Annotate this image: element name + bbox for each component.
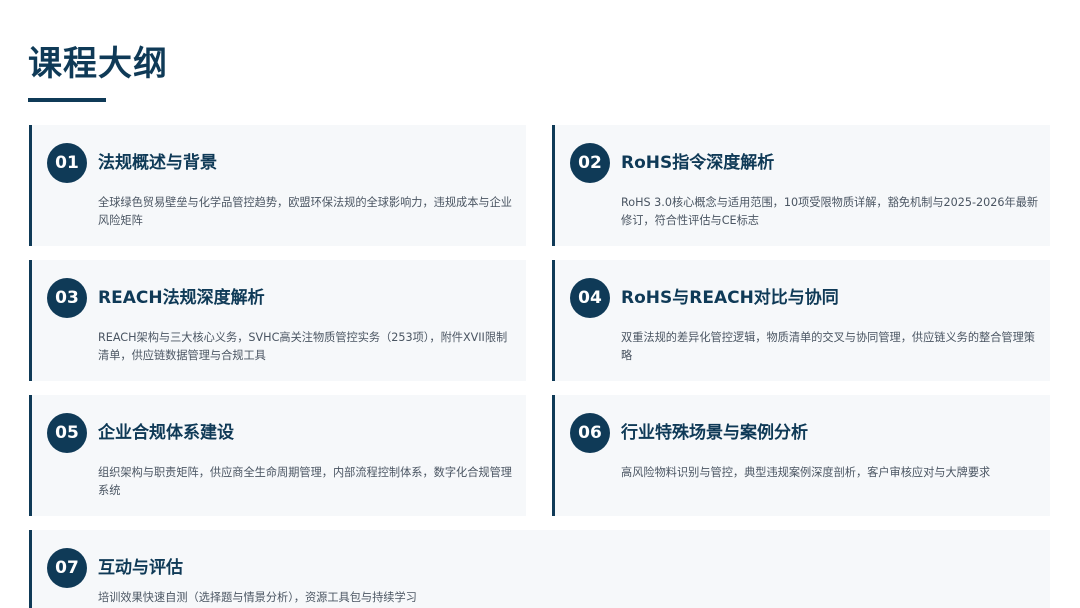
module-number-badge: 01 xyxy=(47,143,87,183)
module-description: 培训效果快速自测（选择题与情景分析），资源工具包与持续学习 xyxy=(98,591,417,604)
module-title: RoHS与REACH对比与协同 xyxy=(621,288,839,308)
module-card-06: 06 行业特殊场景与案例分析 高风险物料识别与管控，典型违规案例深度剖析，客户审… xyxy=(552,395,1050,516)
module-card-01: 01 法规概述与背景 全球绿色贸易壁垒与化学品管控趋势，欧盟环保法规的全球影响力… xyxy=(29,125,526,246)
module-card-04: 04 RoHS与REACH对比与协同 双重法规的差异化管控逻辑，物质清单的交叉与… xyxy=(552,260,1050,381)
module-title: 法规概述与背景 xyxy=(98,153,217,173)
module-title: RoHS指令深度解析 xyxy=(621,153,775,173)
module-card-03: 03 REACH法规深度解析 REACH架构与三大核心义务，SVHC高关注物质管… xyxy=(29,260,526,381)
module-title: 企业合规体系建设 xyxy=(98,423,234,443)
module-number-badge: 04 xyxy=(570,278,610,318)
page-title: 课程大纲 xyxy=(28,44,168,84)
module-number-badge: 03 xyxy=(47,278,87,318)
module-card-05: 05 企业合规体系建设 组织架构与职责矩阵，供应商全生命周期管理，内部流程控制体… xyxy=(29,395,526,516)
title-underline xyxy=(28,98,106,102)
module-description: REACH架构与三大核心义务，SVHC高关注物质管控实务（253项），附件XVI… xyxy=(98,331,508,362)
module-number-badge: 02 xyxy=(570,143,610,183)
module-number-badge: 07 xyxy=(47,548,87,588)
module-description: RoHS 3.0核心概念与适用范围，10项受限物质详解，豁免机制与2025-20… xyxy=(621,196,1039,227)
module-title: 行业特殊场景与案例分析 xyxy=(621,423,808,443)
module-card-07: 07 互动与评估 培训效果快速自测（选择题与情景分析），资源工具包与持续学习 xyxy=(29,530,1050,608)
module-card-02: 02 RoHS指令深度解析 RoHS 3.0核心概念与适用范围，10项受限物质详… xyxy=(552,125,1050,246)
module-number-badge: 06 xyxy=(570,413,610,453)
module-number-badge: 05 xyxy=(47,413,87,453)
module-description: 高风险物料识别与管控，典型违规案例深度剖析，客户审核应对与大牌要求 xyxy=(621,466,991,479)
module-title: 互动与评估 xyxy=(98,558,183,578)
module-description: 双重法规的差异化管控逻辑，物质清单的交叉与协同管理，供应链义务的整合管理策略 xyxy=(621,331,1035,362)
module-description: 全球绿色贸易壁垒与化学品管控趋势，欧盟环保法规的全球影响力，违规成本与企业风险矩… xyxy=(98,196,512,227)
module-title: REACH法规深度解析 xyxy=(98,288,265,308)
module-description: 组织架构与职责矩阵，供应商全生命周期管理，内部流程控制体系，数字化合规管理系统 xyxy=(98,466,512,497)
